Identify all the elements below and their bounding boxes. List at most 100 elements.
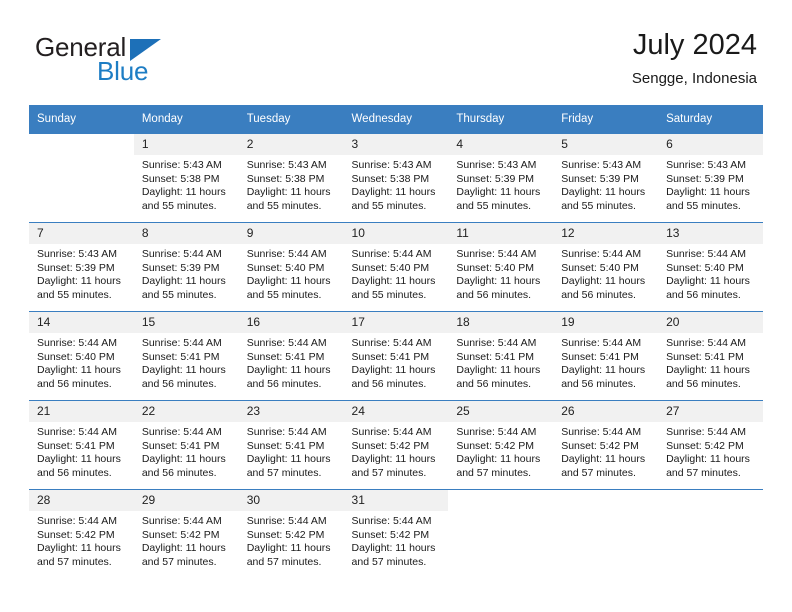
daylight-text-line1: Daylight: 11 hours: [141, 453, 226, 465]
daylight-text-line1: Daylight: 11 hours: [351, 542, 436, 554]
calendar-day-cell[interactable]: 20 Sunrise: 5:44 AM Sunset: 5:41 PM Dayligh…: [658, 311, 763, 401]
calendar-page: General Blue July 2024 Sengge, Indonesia…: [0, 0, 792, 612]
calendar-day-cell[interactable]: 6 Sunrise: 5:43 AM Sunset: 5:39 PM Daylight…: [658, 133, 763, 223]
day-details: Sunrise: 5:44 AM Sunset: 5:41 PM Daylight:…: [553, 333, 658, 391]
calendar-day-cell[interactable]: 4 Sunrise: 5:43 AM Sunset: 5:39 PM Daylight…: [448, 133, 554, 223]
sunset-text: Sunset: 5:40 PM: [351, 261, 430, 274]
sunset-text: Sunset: 5:39 PM: [37, 261, 115, 274]
sunset-text: Sunset: 5:41 PM: [141, 350, 220, 363]
brand-logo[interactable]: General Blue: [35, 32, 275, 92]
calendar-day-cell[interactable]: 18 Sunrise: 5:44 AM Sunset: 5:41 PM Dayligh…: [448, 311, 554, 401]
sunrise-text: Sunrise: 5:44 AM: [37, 426, 117, 438]
sunrise-text: Sunrise: 5:44 AM: [666, 337, 747, 349]
daylight-text-line2: and 56 minutes.: [456, 288, 532, 301]
day-details: Sunrise: 5:44 AM Sunset: 5:39 PM Daylight:…: [134, 244, 239, 302]
calendar-week-row: 1 Sunrise: 5:43 AM Sunset: 5:38 PM Daylight…: [29, 133, 763, 223]
sunset-text: Sunset: 5:39 PM: [456, 172, 535, 185]
calendar-day-cell[interactable]: 29 Sunrise: 5:44 AM Sunset: 5:42 PM Dayligh…: [133, 489, 239, 578]
calendar-day-cell[interactable]: 16 Sunrise: 5:44 AM Sunset: 5:41 PM Dayligh…: [238, 311, 344, 401]
daylight-text-line2: and 56 minutes.: [246, 377, 322, 390]
sunrise-text: Sunrise: 5:44 AM: [561, 337, 642, 349]
sunrise-text: Sunrise: 5:43 AM: [141, 159, 222, 171]
daylight-text-line1: Daylight: 11 hours: [456, 364, 541, 376]
calendar-day-cell[interactable]: 19 Sunrise: 5:44 AM Sunset: 5:41 PM Dayligh…: [553, 311, 659, 401]
calendar-week-row: 21 Sunrise: 5:44 AM Sunset: 5:41 PM Dayligh…: [29, 400, 763, 490]
daylight-text-line2: and 55 minutes.: [456, 199, 532, 212]
calendar-day-cell[interactable]: 8 Sunrise: 5:44 AM Sunset: 5:39 PM Daylight…: [133, 222, 239, 312]
calendar-day-cell[interactable]: 31 Sunrise: 5:44 AM Sunset: 5:42 PM Dayligh…: [343, 489, 449, 578]
daylight-text-line1: Daylight: 11 hours: [351, 275, 436, 287]
daylight-text-line2: and 57 minutes.: [351, 466, 427, 479]
sunrise-text: Sunrise: 5:44 AM: [351, 426, 432, 438]
sunset-text: Sunset: 5:41 PM: [666, 350, 744, 363]
day-number: 26: [553, 401, 659, 422]
calendar-day-cell[interactable]: 7 Sunrise: 5:43 AM Sunset: 5:39 PM Daylight…: [29, 222, 134, 312]
day-details: Sunrise: 5:44 AM Sunset: 5:42 PM Daylight:…: [344, 511, 449, 569]
day-number: 25: [448, 401, 554, 422]
calendar-day-cell[interactable]: 9 Sunrise: 5:44 AM Sunset: 5:40 PM Daylight…: [238, 222, 344, 312]
calendar-day-cell[interactable]: 2 Sunrise: 5:43 AM Sunset: 5:38 PM Daylight…: [238, 133, 344, 223]
daylight-text-line2: and 56 minutes.: [37, 466, 112, 479]
calendar-day-cell[interactable]: 14 Sunrise: 5:44 AM Sunset: 5:40 PM Dayligh…: [29, 311, 134, 401]
day-details: Sunrise: 5:44 AM Sunset: 5:41 PM Daylight:…: [344, 333, 449, 391]
day-number: 30: [238, 490, 344, 511]
day-details: Sunrise: 5:43 AM Sunset: 5:39 PM Daylight:…: [553, 155, 658, 213]
calendar-day-cell[interactable]: 3 Sunrise: 5:43 AM Sunset: 5:38 PM Daylight…: [343, 133, 449, 223]
title-block: July 2024 Sengge, Indonesia: [632, 28, 757, 90]
calendar-day-cell[interactable]: 27 Sunrise: 5:44 AM Sunset: 5:42 PM Dayligh…: [658, 400, 763, 490]
sunrise-text: Sunrise: 5:44 AM: [561, 426, 642, 438]
calendar-day-cell[interactable]: 1 Sunrise: 5:43 AM Sunset: 5:38 PM Daylight…: [133, 133, 239, 223]
daylight-text-line1: Daylight: 11 hours: [456, 453, 541, 465]
daylight-text-line1: Daylight: 11 hours: [666, 453, 750, 465]
daylight-text-line2: and 56 minutes.: [351, 377, 427, 390]
sunset-text: Sunset: 5:39 PM: [141, 261, 220, 274]
calendar-day-cell[interactable]: 23 Sunrise: 5:44 AM Sunset: 5:41 PM Dayligh…: [238, 400, 344, 490]
calendar-day-cell[interactable]: 28 Sunrise: 5:44 AM Sunset: 5:42 PM Dayligh…: [29, 489, 134, 578]
calendar-day-cell[interactable]: 12 Sunrise: 5:44 AM Sunset: 5:40 PM Dayligh…: [553, 222, 659, 312]
sunset-text: Sunset: 5:40 PM: [456, 261, 535, 274]
sunrise-text: Sunrise: 5:44 AM: [351, 337, 432, 349]
calendar-day-cell[interactable]: 15 Sunrise: 5:44 AM Sunset: 5:41 PM Dayligh…: [133, 311, 239, 401]
daylight-text-line1: Daylight: 11 hours: [246, 186, 331, 198]
calendar-day-cell[interactable]: 30 Sunrise: 5:44 AM Sunset: 5:42 PM Dayligh…: [238, 489, 344, 578]
calendar-day-cell[interactable]: 21 Sunrise: 5:44 AM Sunset: 5:41 PM Dayligh…: [29, 400, 134, 490]
daylight-text-line2: and 57 minutes.: [246, 555, 322, 568]
day-details: Sunrise: 5:44 AM Sunset: 5:42 PM Daylight:…: [344, 422, 449, 480]
day-details: Sunrise: 5:43 AM Sunset: 5:39 PM Daylight:…: [29, 244, 134, 302]
daylight-text-line2: and 57 minutes.: [351, 555, 427, 568]
calendar-day-cell[interactable]: 26 Sunrise: 5:44 AM Sunset: 5:42 PM Dayligh…: [553, 400, 659, 490]
calendar-day-cell[interactable]: 5 Sunrise: 5:43 AM Sunset: 5:39 PM Daylight…: [553, 133, 659, 223]
sunrise-text: Sunrise: 5:44 AM: [141, 248, 222, 260]
daylight-text-line2: and 57 minutes.: [246, 466, 322, 479]
daylight-text-line2: and 55 minutes.: [246, 199, 322, 212]
calendar-day-cell[interactable]: 24 Sunrise: 5:44 AM Sunset: 5:42 PM Dayligh…: [343, 400, 449, 490]
day-details: [658, 511, 763, 515]
calendar-day-cell[interactable]: 17 Sunrise: 5:44 AM Sunset: 5:41 PM Dayligh…: [343, 311, 449, 401]
day-details: [553, 511, 658, 515]
sunset-text: Sunset: 5:42 PM: [37, 528, 115, 541]
sunrise-text: Sunrise: 5:44 AM: [37, 337, 117, 349]
day-number: 10: [343, 223, 449, 244]
day-details: Sunrise: 5:44 AM Sunset: 5:42 PM Daylight:…: [239, 511, 344, 569]
day-number: 23: [238, 401, 344, 422]
calendar-day-cell[interactable]: 22 Sunrise: 5:44 AM Sunset: 5:41 PM Dayligh…: [133, 400, 239, 490]
day-details: Sunrise: 5:44 AM Sunset: 5:41 PM Daylight:…: [658, 333, 763, 391]
day-number: [29, 134, 134, 155]
day-number: 3: [343, 134, 449, 155]
sunrise-text: Sunrise: 5:44 AM: [246, 337, 327, 349]
daylight-text-line1: Daylight: 11 hours: [561, 186, 646, 198]
daylight-text-line2: and 57 minutes.: [37, 555, 112, 568]
sunset-text: Sunset: 5:42 PM: [141, 528, 220, 541]
sunset-text: Sunset: 5:42 PM: [351, 528, 430, 541]
calendar-body: 1 Sunrise: 5:43 AM Sunset: 5:38 PM Daylight…: [29, 133, 763, 578]
calendar-day-cell[interactable]: 10 Sunrise: 5:44 AM Sunset: 5:40 PM Dayligh…: [343, 222, 449, 312]
calendar-cell-empty: [658, 489, 763, 578]
sunrise-text: Sunrise: 5:44 AM: [351, 515, 432, 527]
calendar-day-cell[interactable]: 25 Sunrise: 5:44 AM Sunset: 5:42 PM Dayligh…: [448, 400, 554, 490]
daylight-text-line2: and 55 minutes.: [141, 199, 217, 212]
calendar-day-cell[interactable]: 13 Sunrise: 5:44 AM Sunset: 5:40 PM Dayligh…: [658, 222, 763, 312]
daylight-text-line2: and 57 minutes.: [561, 466, 636, 479]
daylight-text-line2: and 55 minutes.: [246, 288, 322, 301]
location-subtitle: Sengge, Indonesia: [631, 70, 757, 87]
calendar-day-cell[interactable]: 11 Sunrise: 5:44 AM Sunset: 5:40 PM Dayligh…: [448, 222, 554, 312]
